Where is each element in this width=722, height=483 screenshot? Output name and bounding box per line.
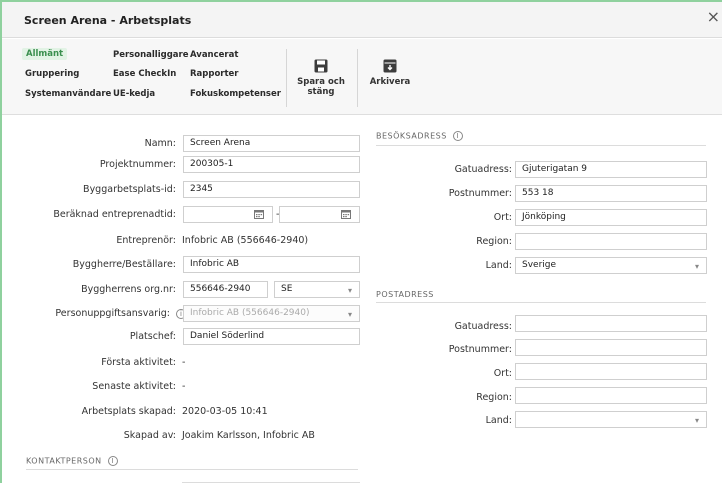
- senaste-aktivitet-value: -: [182, 381, 186, 392]
- tab-ue-kedja[interactable]: UE-kedja: [113, 89, 155, 99]
- orgnr-input[interactable]: 556646-2940: [183, 281, 268, 298]
- tab-fokuskompetenser[interactable]: Fokuskompetenser: [190, 89, 281, 99]
- besok-land-label: Land:: [485, 260, 512, 271]
- entreprenadtid-to-input[interactable]: [279, 206, 360, 223]
- post-region-label: Region:: [476, 392, 512, 403]
- tab-gruppering[interactable]: Gruppering: [25, 69, 79, 79]
- besok-postnummer-input[interactable]: 553 18: [515, 185, 707, 202]
- forsta-aktivitet-label: Första aktivitet:: [101, 357, 176, 368]
- post-gatuadress-label: Gatuadress:: [454, 321, 512, 332]
- chevron-down-icon: ▾: [347, 310, 352, 319]
- personuppgiftsansvarig-value: Infobric AB (556646-2940): [190, 308, 310, 318]
- save-label-line1: Spara och: [297, 77, 345, 87]
- country-select-value: SE: [281, 284, 293, 294]
- ribbon-separator: [286, 49, 287, 107]
- skapad-av-value: Joakim Karlsson, Infobric AB: [182, 430, 315, 441]
- platschef-input[interactable]: Daniel Söderlind: [183, 328, 360, 345]
- ribbon-toolbar: Allmänt Gruppering Systemanvändare Perso…: [2, 39, 722, 115]
- archive-icon: [383, 59, 397, 73]
- entreprenadtid-from-input[interactable]: [183, 206, 273, 223]
- post-ort-label: Ort:: [493, 368, 512, 379]
- besoksadress-header: BESÖKSADRESS i: [376, 131, 463, 141]
- post-postnummer-label: Postnummer:: [448, 344, 512, 355]
- besok-gatuadress-input[interactable]: Gjuterigatan 9: [515, 161, 707, 178]
- section-divider: [26, 469, 358, 470]
- projektnummer-input[interactable]: 200305-1: [183, 156, 360, 173]
- projektnummer-label: Projektnummer:: [99, 159, 176, 170]
- save-and-close-button[interactable]: Spara och stäng: [290, 59, 352, 97]
- post-ort-input[interactable]: [515, 363, 707, 380]
- besoksadress-title: BESÖKSADRESS: [376, 131, 447, 141]
- byggarbetsplats-id-input[interactable]: 2345: [183, 181, 360, 198]
- personuppgiftsansvarig-label: Personuppgiftsansvarig: i: [55, 308, 186, 319]
- chevron-down-icon: ▾: [694, 262, 699, 271]
- besok-region-input[interactable]: [515, 233, 707, 250]
- info-icon[interactable]: i: [452, 131, 463, 141]
- section-divider: [376, 302, 706, 303]
- archive-label: Arkivera: [369, 77, 411, 87]
- besok-postnummer-label: Postnummer:: [448, 188, 512, 199]
- post-land-select[interactable]: ▾: [515, 411, 707, 428]
- post-land-label: Land:: [485, 415, 512, 426]
- orgnr-label: Byggherrens org.nr:: [81, 284, 176, 295]
- entreprenor-label: Entreprenör:: [116, 235, 176, 246]
- form-content: Namn: Screen Arena Projektnummer: 200305…: [2, 116, 722, 483]
- kontaktperson-title: KONTAKTPERSON: [26, 456, 102, 466]
- tab-personalliggare[interactable]: Personalliggare: [113, 50, 188, 60]
- besok-ort-label: Ort:: [493, 212, 512, 223]
- besok-ort-input[interactable]: Jönköping: [515, 209, 707, 226]
- kontaktperson-header: KONTAKTPERSON i: [26, 456, 118, 466]
- personuppgiftsansvarig-select: Infobric AB (556646-2940) ▾: [183, 305, 360, 322]
- post-postnummer-input[interactable]: [515, 339, 707, 356]
- byggherre-label: Byggherre/Beställare:: [72, 259, 176, 270]
- title-bar: Screen Arena - Arbetsplats ×: [2, 2, 722, 38]
- chevron-down-icon: ▾: [694, 416, 699, 425]
- byggherre-input[interactable]: Infobric AB: [183, 256, 360, 273]
- save-icon: [314, 59, 328, 73]
- besok-region-label: Region:: [476, 236, 512, 247]
- post-region-input[interactable]: [515, 387, 707, 404]
- info-icon[interactable]: i: [107, 456, 118, 466]
- post-gatuadress-input[interactable]: [515, 315, 707, 332]
- besok-land-value: Sverige: [522, 260, 557, 270]
- tab-allmant[interactable]: Allmänt: [22, 48, 68, 60]
- calendar-icon[interactable]: [341, 209, 351, 219]
- calendar-icon[interactable]: [254, 209, 264, 219]
- skapad-value: 2020-03-05 10:41: [182, 406, 268, 417]
- chevron-down-icon: ▾: [347, 286, 352, 295]
- tab-ease-checkin[interactable]: Ease CheckIn: [113, 69, 176, 79]
- save-label-line2: stäng: [307, 87, 335, 97]
- tab-systemanvandare[interactable]: Systemanvändare: [25, 89, 111, 99]
- entreprenor-value: Infobric AB (556646-2940): [182, 235, 309, 246]
- namn-label: Namn:: [144, 138, 176, 149]
- close-icon[interactable]: ×: [707, 9, 720, 25]
- besok-gatuadress-label: Gatuadress:: [454, 164, 512, 175]
- section-divider: [376, 145, 706, 146]
- besok-land-select[interactable]: Sverige ▾: [515, 257, 707, 274]
- personuppgiftsansvarig-label-text: Personuppgiftsansvarig:: [55, 308, 170, 319]
- window-title: Screen Arena - Arbetsplats: [24, 14, 192, 27]
- forsta-aktivitet-value: -: [182, 357, 186, 368]
- postadress-header: POSTADRESS: [376, 290, 434, 299]
- senaste-aktivitet-label: Senaste aktivitet:: [92, 381, 176, 392]
- skapad-label: Arbetsplats skapad:: [81, 406, 176, 417]
- tab-avancerat[interactable]: Avancerat: [190, 50, 238, 60]
- namn-input[interactable]: Screen Arena: [183, 135, 360, 152]
- skapad-av-label: Skapad av:: [123, 430, 176, 441]
- byggarbetsplats-id-label: Byggarbetsplats-id:: [83, 184, 176, 195]
- ribbon-separator: [357, 49, 358, 107]
- archive-button[interactable]: Arkivera: [364, 59, 416, 87]
- tab-rapporter[interactable]: Rapporter: [190, 69, 239, 79]
- country-select[interactable]: SE ▾: [274, 281, 360, 298]
- platschef-label: Platschef:: [129, 331, 176, 342]
- entreprenadtid-label: Beräknad entreprenadtid:: [53, 209, 176, 220]
